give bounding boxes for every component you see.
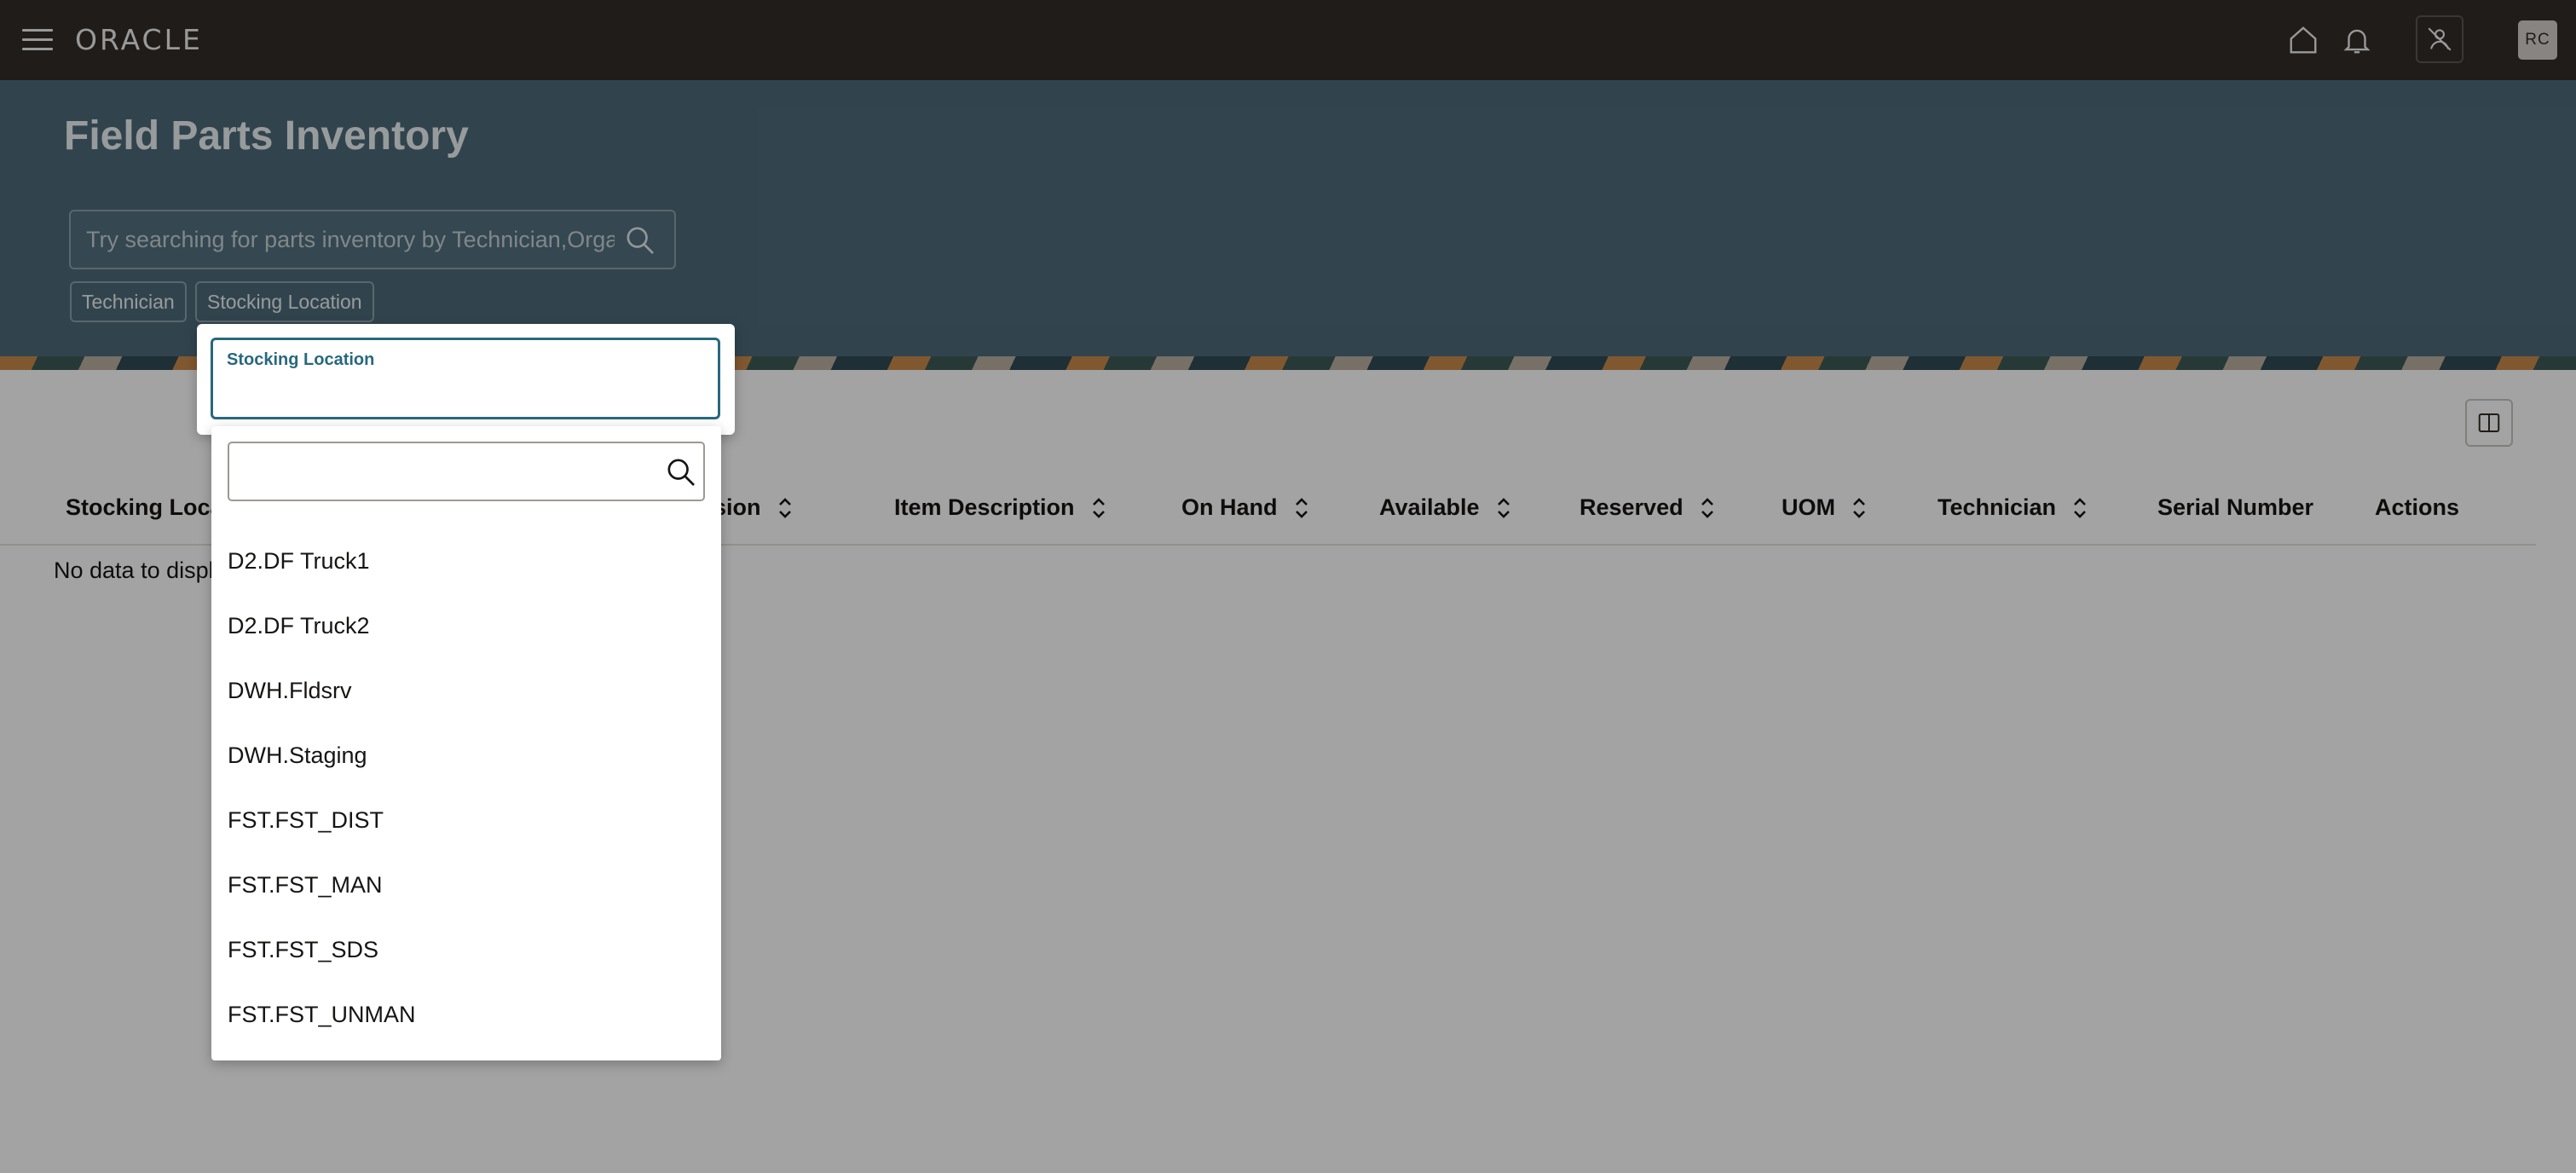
dropdown-option[interactable]: FST.FST_MAN	[228, 872, 383, 899]
stocking-location-field-card: Stocking Location	[197, 324, 735, 435]
dropdown-option[interactable]: FST.FST_UNMAN	[228, 1002, 416, 1028]
dropdown-option[interactable]: D2.DF Truck2	[228, 613, 370, 639]
dropdown-filter-box	[228, 442, 705, 501]
stocking-location-label: Stocking Location	[227, 350, 375, 369]
stocking-location-dropdown: D2.DF Truck1 D2.DF Truck2 DWH.Fldsrv DWH…	[211, 426, 721, 1060]
stocking-location-field[interactable]: Stocking Location	[211, 338, 720, 419]
dropdown-option[interactable]: DWH.Staging	[228, 743, 367, 769]
dropdown-option[interactable]: FST.FST_DIST	[228, 807, 384, 834]
dropdown-option[interactable]: FST.FST_SDS	[228, 937, 378, 963]
dropdown-filter-input[interactable]	[241, 443, 650, 500]
dropdown-option[interactable]: D2.DF Truck1	[228, 548, 370, 575]
search-icon[interactable]	[664, 455, 698, 489]
dropdown-option[interactable]: DWH.Fldsrv	[228, 678, 351, 704]
